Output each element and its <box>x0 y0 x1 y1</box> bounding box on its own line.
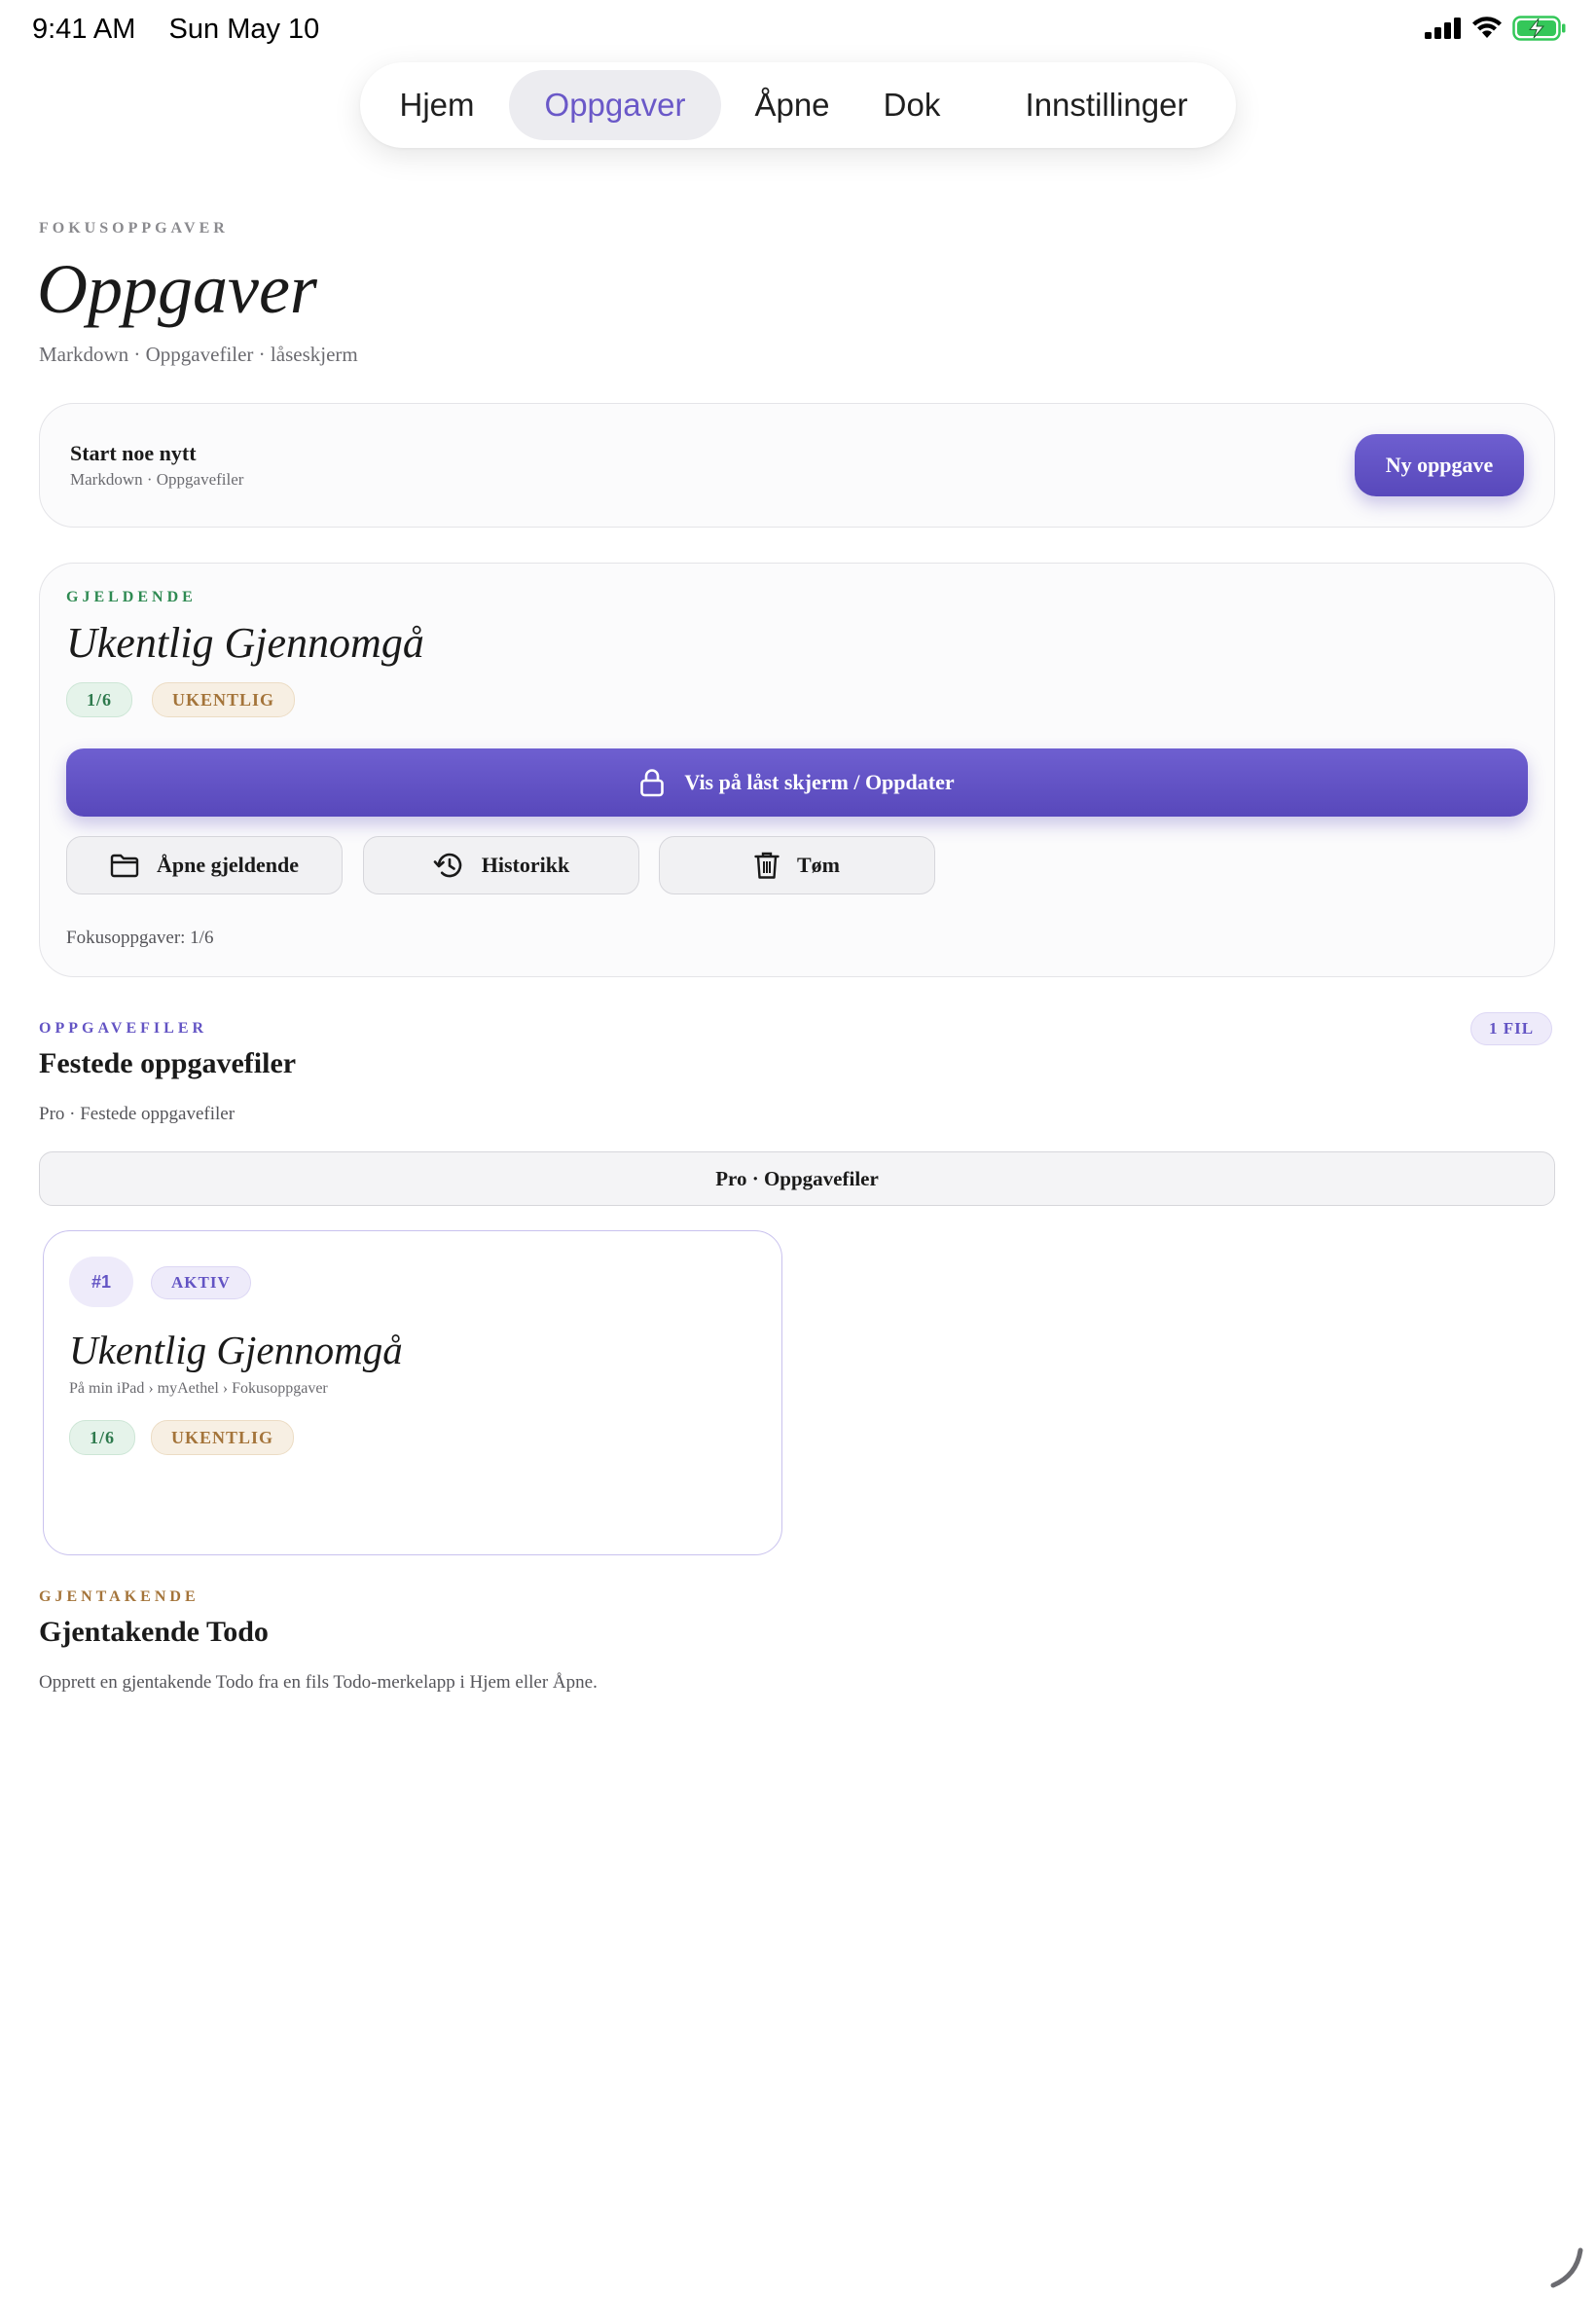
open-current-label: Åpne gjeldende <box>156 853 300 877</box>
current-eyebrow: GJELDENDE <box>66 589 197 605</box>
file-progress-chip: 1/6 <box>69 1420 136 1455</box>
start-new-subtitle: Markdown · Oppgavefiler <box>70 470 244 489</box>
files-title: Festede oppgavefiler <box>39 1047 297 1079</box>
file-index-badge: #1 <box>69 1257 133 1307</box>
file-title: Ukentlig Gjennomgå <box>69 1328 403 1372</box>
history-icon <box>433 853 461 878</box>
start-new-title: Start noe nytt <box>70 441 197 465</box>
page-title: Oppgaver <box>37 250 317 328</box>
file-chips: 1/6 UKENTLIG <box>69 1420 295 1455</box>
file-path: På min iPad › myAethel › Fokusoppgaver <box>69 1380 328 1397</box>
history-label: Historikk <box>481 853 570 877</box>
history-button[interactable]: Historikk <box>363 836 639 894</box>
file-status-chip: AKTIV <box>151 1266 251 1299</box>
wifi-icon <box>1472 17 1502 38</box>
open-current-button[interactable]: Åpne gjeldende <box>66 836 343 894</box>
recurring-description: Opprett en gjentakende Todo fra en fils … <box>39 1672 598 1693</box>
current-task-title: Ukentlig Gjennomgå <box>66 619 424 667</box>
file-count-badge: 1 FIL <box>1470 1012 1553 1045</box>
status-icons <box>1425 16 1567 41</box>
recurring-title: Gjentakende Todo <box>39 1616 269 1648</box>
focus-tasks-footer: Fokusoppgaver: 1/6 <box>66 928 214 948</box>
status-time-date: 9:41 AM Sun May 10 <box>32 14 319 46</box>
tab-apne[interactable]: Åpne <box>737 70 848 140</box>
files-subtitle: Pro · Festede oppgavefiler <box>39 1104 236 1124</box>
show-on-lock-screen-button[interactable]: Vis på låst skjerm / Oppdater <box>66 748 1528 817</box>
pro-task-files-button[interactable]: Pro · Oppgavefiler <box>39 1151 1555 1206</box>
tab-bar: Hjem Oppgaver Åpne Dok Innstillinger <box>360 62 1236 148</box>
progress-chip: 1/6 <box>66 682 133 717</box>
file-frequency-chip: UKENTLIG <box>151 1420 295 1455</box>
tab-innstillinger[interactable]: Innstillinger <box>995 70 1218 140</box>
header-eyebrow: FOKUSOPPGAVER <box>39 220 229 237</box>
lock-icon <box>640 769 665 797</box>
status-time: 9:41 AM <box>32 14 136 45</box>
tab-dok[interactable]: Dok <box>868 70 956 140</box>
page-subtitle: Markdown · Oppgavefiler · låseskjerm <box>39 343 358 366</box>
folder-icon <box>110 854 139 878</box>
current-task-card: GJELDENDE Ukentlig Gjennomgå 1/6 UKENTLI… <box>39 563 1555 977</box>
tab-oppgaver[interactable]: Oppgaver <box>509 70 721 140</box>
new-task-button[interactable]: Ny oppgave <box>1355 434 1524 496</box>
show-on-lock-screen-label: Vis på låst skjerm / Oppdater <box>684 770 955 794</box>
cellular-signal-icon <box>1425 18 1461 39</box>
pinned-file-card[interactable]: #1 AKTIV Ukentlig Gjennomgå På min iPad … <box>43 1230 782 1555</box>
clear-button[interactable]: Tøm <box>659 836 935 894</box>
current-chips: 1/6 UKENTLIG <box>66 682 296 717</box>
battery-charging-icon <box>1512 16 1566 41</box>
tab-hjem[interactable]: Hjem <box>378 70 496 140</box>
clear-label: Tøm <box>797 853 840 877</box>
trash-icon <box>754 852 780 879</box>
recurring-eyebrow: GJENTAKENDE <box>39 1588 200 1605</box>
status-date: Sun May 10 <box>168 14 320 45</box>
corner-gesture-icon <box>1550 2247 1583 2288</box>
start-new-card: Start noe nytt Markdown · Oppgavefiler N… <box>39 403 1555 528</box>
files-eyebrow: OPPGAVEFILER <box>39 1020 208 1037</box>
frequency-chip: UKENTLIG <box>152 682 296 717</box>
